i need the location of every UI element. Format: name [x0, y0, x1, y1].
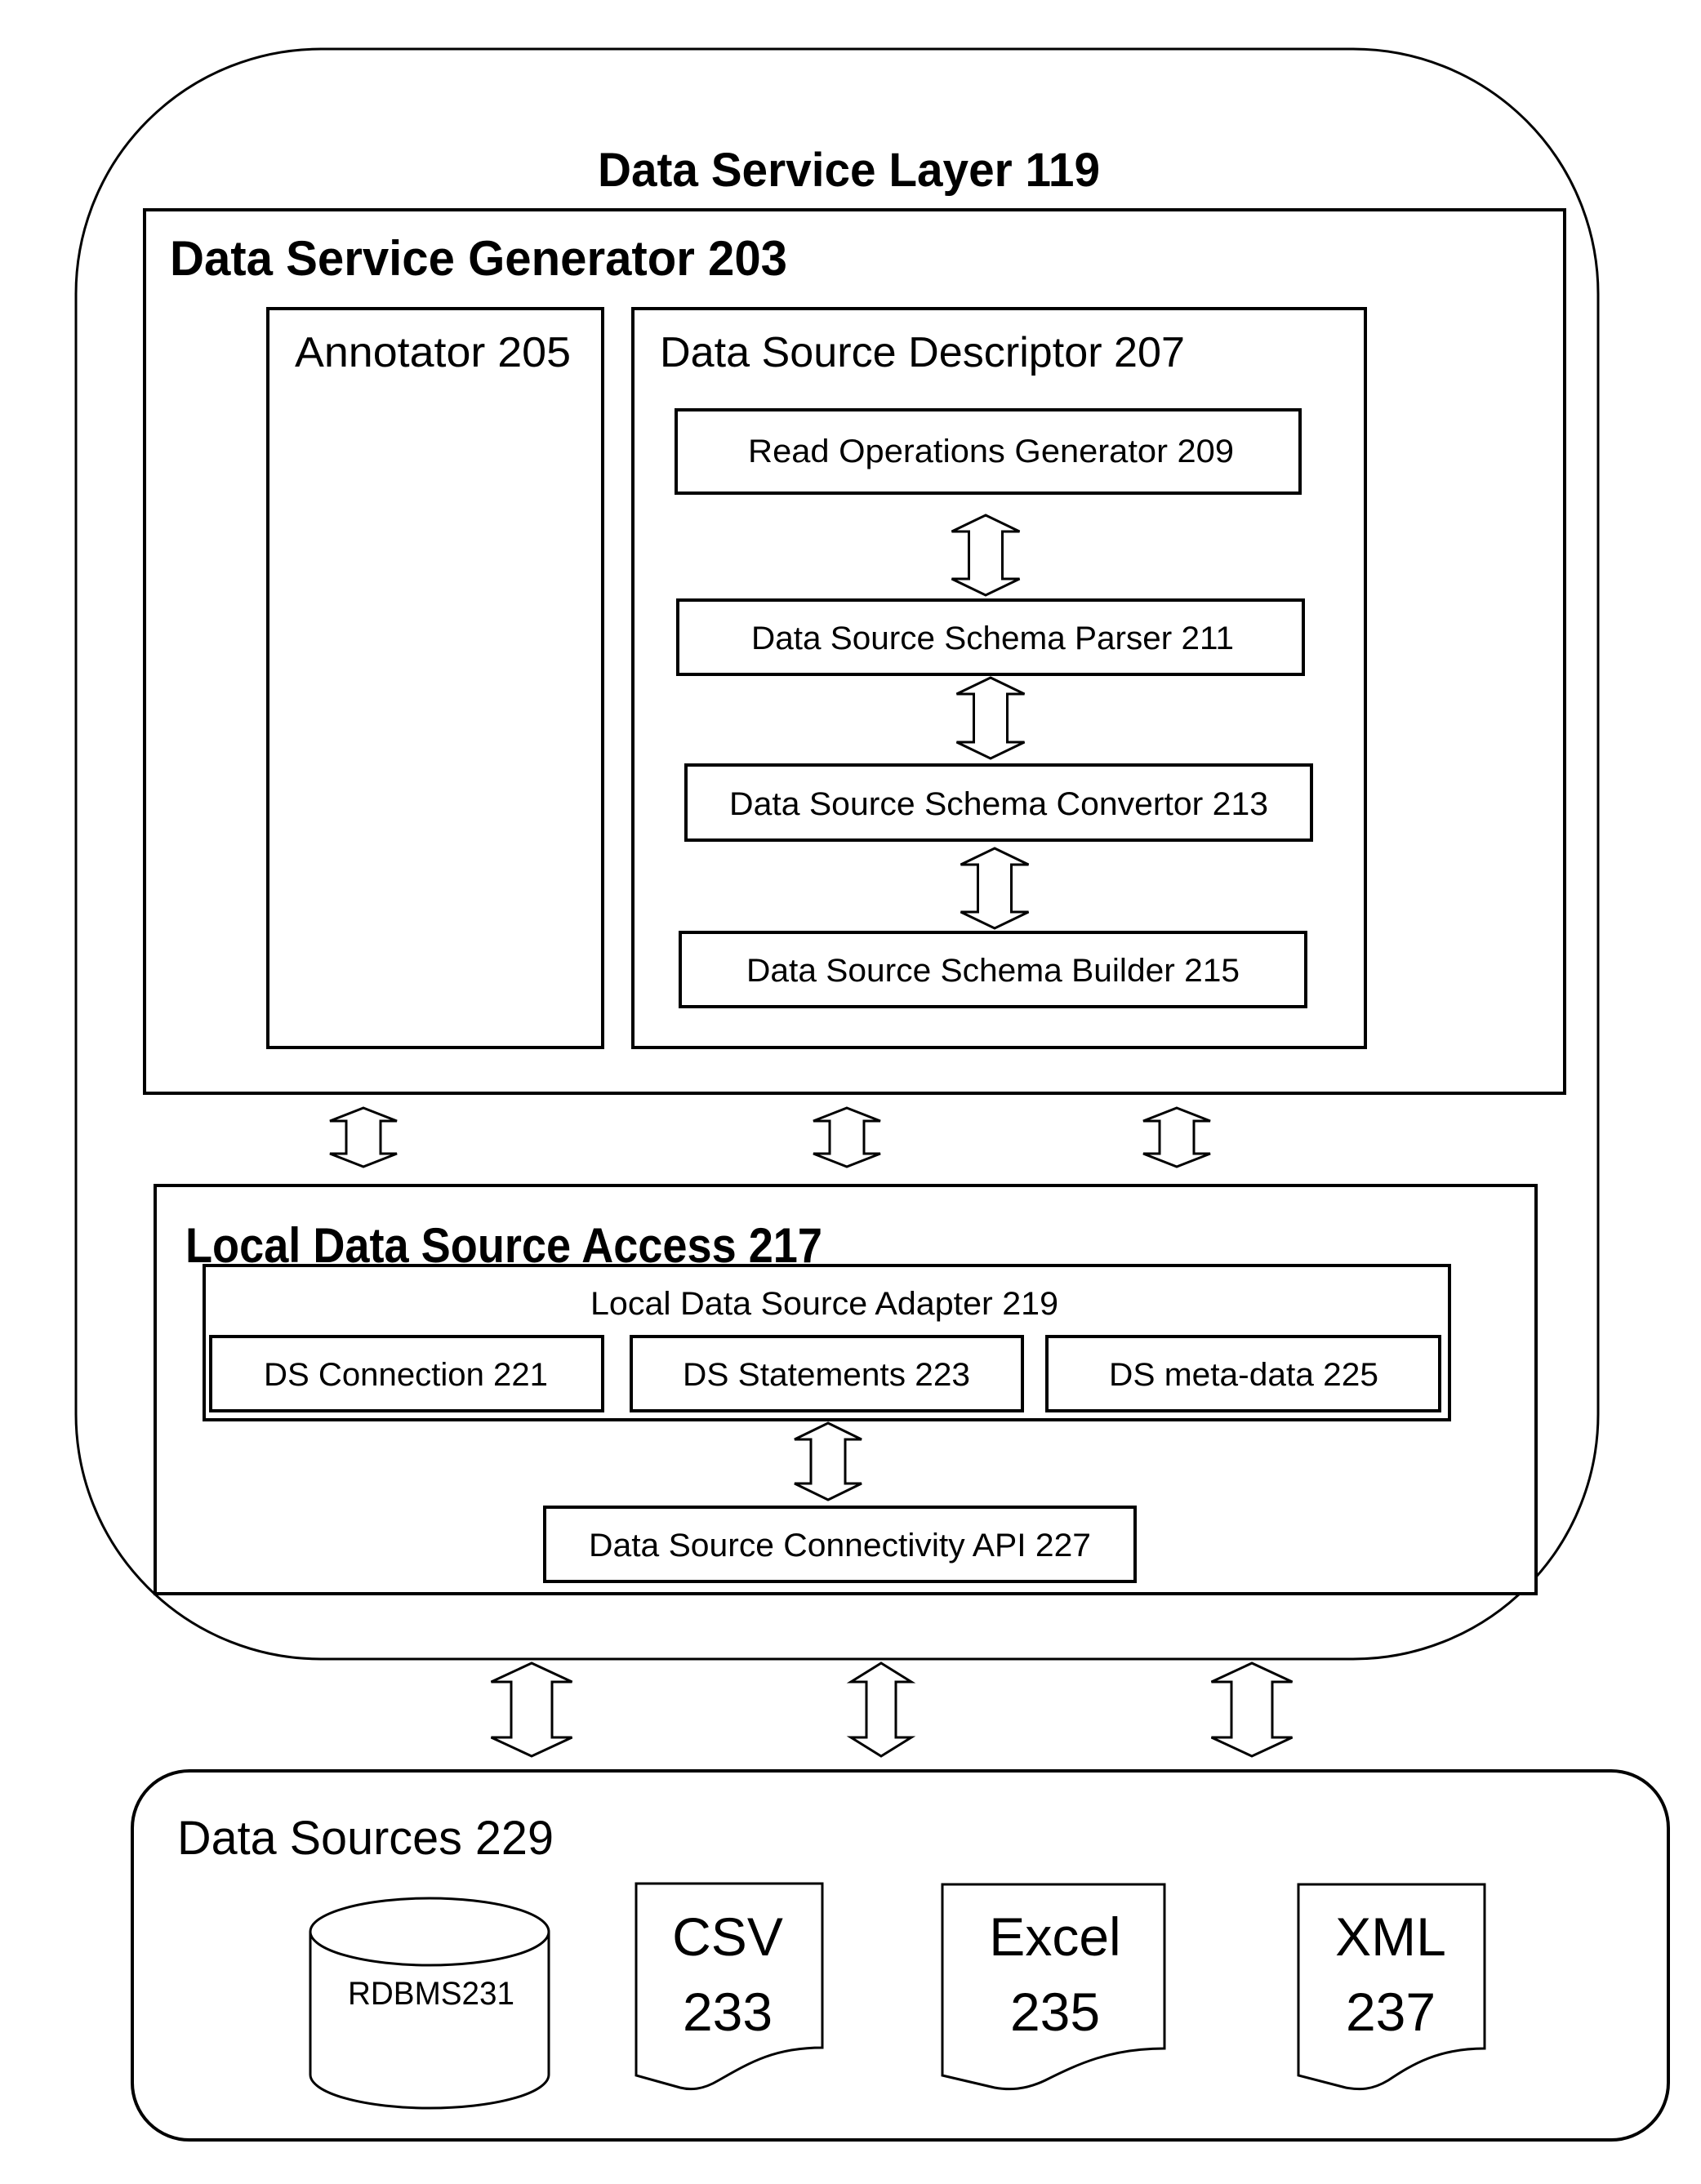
data-source-schema-builder-label: Data Source Schema Builder 215 [746, 953, 1240, 989]
arrow-layer-to-data-sources-2-double-arrow-icon [846, 1661, 916, 1758]
local-data-source-access: Local Data Source Access 217 Local Data … [154, 1184, 1538, 1595]
read-operations-generator-label: Read Operations Generator 209 [748, 434, 1234, 469]
architecture-diagram: Data Service Layer 119 Data Service Gene… [74, 47, 1670, 2142]
arrow-layer-to-data-sources-3-double-arrow-icon [1210, 1661, 1294, 1758]
data-source-connectivity-api: Data Source Connectivity API 227 [543, 1506, 1137, 1583]
rdbms-data-source: RDBMS231 [309, 1897, 550, 2110]
csv-label-number: 233 [683, 1982, 773, 2042]
data-service-generator-title: Data Service Generator 203 [170, 231, 787, 286]
ds-meta-data: DS meta-data 225 [1045, 1335, 1441, 1412]
rdbms-label: RDBMS231 [348, 1976, 514, 2012]
data-service-generator: Data Service Generator 203 Annotator 205… [143, 208, 1566, 1095]
csv-label-name: CSV [672, 1906, 783, 1967]
read-operations-generator: Read Operations Generator 209 [675, 408, 1302, 495]
database-cylinder-top [309, 1897, 550, 1967]
annotator-box [266, 307, 604, 1049]
data-source-schema-convertor: Data Source Schema Convertor 213 [684, 763, 1313, 842]
ds-statements: DS Statements 223 [630, 1335, 1024, 1412]
annotator: Annotator 205 [266, 307, 604, 1049]
data-source-schema-parser-label: Data Source Schema Parser 211 [751, 621, 1234, 656]
data-sources: Data Sources 229 RDBMS231 CSV 233 Excel … [131, 1769, 1670, 2142]
data-sources-title: Data Sources 229 [177, 1812, 554, 1865]
data-source-schema-parser: Data Source Schema Parser 211 [676, 598, 1305, 676]
ds-statements-label: DS Statements 223 [683, 1357, 970, 1393]
excel-label-number: 235 [1010, 1982, 1100, 2042]
data-service-layer-title: Data Service Layer 119 [598, 144, 1100, 197]
arrow-layer-to-data-sources-1-double-arrow-icon [490, 1661, 573, 1758]
annotator-title: Annotator 205 [295, 329, 571, 376]
ds-connection: DS Connection 221 [209, 1335, 604, 1412]
xml-label-number: 237 [1346, 1982, 1436, 2042]
ds-connection-label: DS Connection 221 [264, 1357, 548, 1393]
local-data-source-adapter-title: Local Data Source Adapter 219 [590, 1286, 1058, 1322]
ds-meta-data-label: DS meta-data 225 [1109, 1357, 1378, 1393]
data-source-connectivity-api-label: Data Source Connectivity API 227 [589, 1528, 1091, 1563]
data-source-schema-builder: Data Source Schema Builder 215 [679, 931, 1307, 1008]
data-source-schema-convertor-label: Data Source Schema Convertor 213 [729, 786, 1268, 822]
excel-label-name: Excel [989, 1906, 1120, 1967]
local-data-source-adapter: Local Data Source Adapter 219 DS Connect… [203, 1264, 1451, 1421]
xml-label-name: XML [1335, 1906, 1446, 1967]
data-source-descriptor-title: Data Source Descriptor 207 [660, 329, 1185, 376]
data-source-descriptor: Data Source Descriptor 207 Read Operatio… [631, 307, 1367, 1049]
